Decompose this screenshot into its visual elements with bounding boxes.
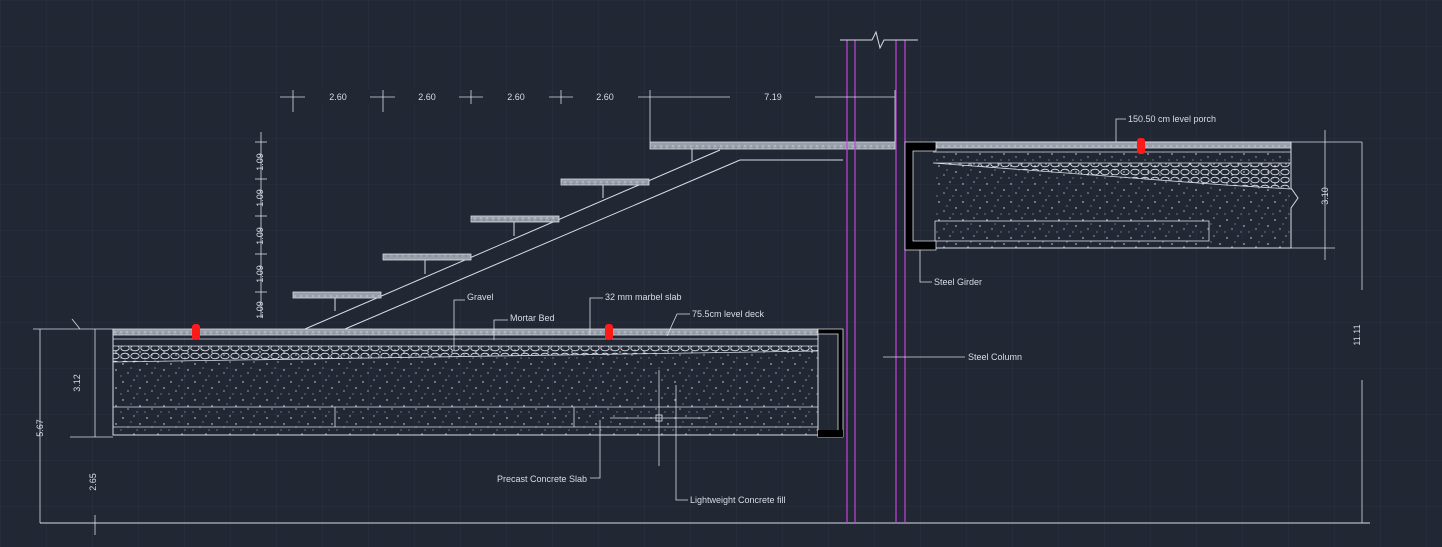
cad-section-drawing: 2.60 2.60 2.60 2.60 7.19 1.09 1.09 1.09 …: [0, 0, 1442, 547]
dim-text: 2.65: [88, 473, 98, 491]
dim-text: 3.10: [1320, 187, 1330, 205]
dim-text: 2.60: [329, 92, 347, 102]
stair-tread: [470, 215, 560, 223]
stair-tread: [292, 291, 382, 299]
dim-text: 2.60: [418, 92, 436, 102]
stair-tread: [560, 178, 650, 186]
dim-text: 1.09: [255, 227, 265, 245]
dim-text: 7.19: [764, 92, 782, 102]
dim-text: 1.09: [255, 265, 265, 283]
label-column: Steel Column: [968, 352, 1022, 362]
porch-marble-slab: [932, 141, 1292, 149]
label-lightweight: Lightweight Concrete fill: [690, 495, 786, 505]
deck-marble-slab: [112, 328, 819, 336]
dim-text: 2.60: [507, 92, 525, 102]
stair-tread: [382, 253, 472, 261]
dim-text: 1.09: [255, 153, 265, 171]
dim-text: 11.11: [1352, 324, 1362, 345]
dim-text: 3.12: [72, 374, 82, 392]
deck-concrete-fill: [113, 346, 818, 435]
label-gravel: Gravel: [467, 292, 494, 302]
label-girder: Steel Girder: [934, 277, 982, 287]
label-mortar: Mortar Bed: [510, 313, 555, 323]
level-marker: [605, 324, 613, 340]
level-marker: [1137, 138, 1145, 154]
label-porch-level: 150.50 cm level porch: [1128, 114, 1216, 124]
label-deck-level: 75.5cm level deck: [692, 309, 765, 319]
stair-landing: [649, 141, 896, 150]
label-precast: Precast Concrete Slab: [497, 474, 587, 484]
porch-concrete-fill: [933, 152, 1291, 248]
level-marker: [192, 324, 200, 340]
dim-text: 2.60: [596, 92, 614, 102]
label-marble: 32 mm marbel slab: [605, 292, 682, 302]
dim-text: 5.67: [35, 419, 45, 437]
dim-text: 1.09: [255, 301, 265, 319]
deck-channel-fill: [818, 430, 843, 437]
dim-text: 1.09: [255, 189, 265, 207]
upper-porch: [904, 141, 1299, 251]
drawing-grid: [0, 0, 1442, 547]
